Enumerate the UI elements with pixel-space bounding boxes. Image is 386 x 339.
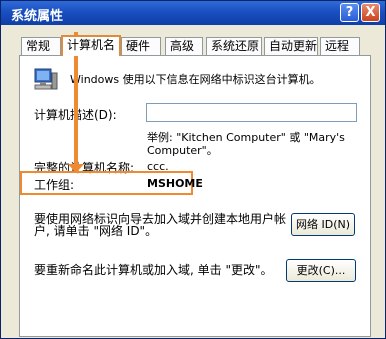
intro-text: Windows 使用以下信息在网络中标识这台计算机。 <box>70 73 321 86</box>
rename-instructions: 要重新命名此计算机或加入域, 单击 "更改"。 <box>34 263 273 277</box>
title-bar[interactable]: 系统属性 ? X <box>1 1 385 25</box>
close-button[interactable]: X <box>361 3 380 22</box>
tab-system-restore[interactable]: 系统还原 <box>206 37 262 55</box>
example-text-line2: Computer"。 <box>147 144 218 157</box>
window-title: 系统属性 <box>11 9 64 24</box>
computer-icon <box>34 68 58 90</box>
annotation-arrow-head <box>68 164 84 173</box>
system-properties-window: 系统属性 ? X 常规 计算机名 硬件 高级 系统还原 自动更新 远程 Wind… <box>0 0 386 339</box>
tab-general[interactable]: 常规 <box>21 37 61 55</box>
tab-automatic-updates[interactable]: 自动更新 <box>264 37 318 55</box>
tab-hardware[interactable]: 硬件 <box>121 37 161 55</box>
network-id-instructions-line2: 户, 请单击 "网络 ID"。 <box>34 224 158 238</box>
help-button[interactable]: ? <box>340 3 359 22</box>
tab-advanced[interactable]: 高级 <box>165 37 203 55</box>
computer-description-input[interactable] <box>146 103 357 122</box>
tab-computer-name[interactable]: 计算机名 <box>61 35 121 56</box>
workgroup-value: MSHOME <box>147 177 203 190</box>
change-button[interactable]: 更改(C)... <box>286 259 356 282</box>
computer-name-panel: Windows 使用以下信息在网络中标识这台计算机。 计算机描述(D): 举例:… <box>19 32 371 337</box>
workgroup-label: 工作组: <box>34 178 75 192</box>
tab-remote[interactable]: 远程 <box>320 37 360 55</box>
network-id-button[interactable]: 网络 ID(N) <box>291 213 355 236</box>
